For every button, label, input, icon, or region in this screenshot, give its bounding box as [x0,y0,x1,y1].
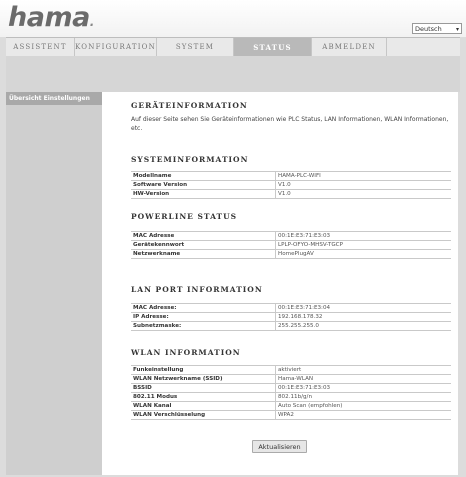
table-row: 802.11 Modus 802.11b/g/n [131,392,451,402]
row-key: Netzwerkname [131,249,276,259]
lan-port-title: LAN PORT INFORMATION [131,285,263,294]
row-value: Auto Scan (empfohlen) [275,401,451,411]
row-value: HomePlugAV [275,249,451,259]
device-info-title: GERÄTEINFORMATION [131,101,248,110]
row-key: BSSID [131,383,276,393]
hama-logo: hama. [8,2,94,33]
table-row: Funkeinstellung aktiviert [131,365,451,375]
row-value: 00:1E:E3:71:E3:03 [275,383,451,393]
table-row: Netzwerkname HomePlugAV [131,249,451,259]
row-key: Software Version [131,180,276,190]
row-value: WPA2 [275,410,451,420]
refresh-button[interactable]: Aktualisieren [252,440,307,453]
row-key: Funkeinstellung [131,365,276,375]
row-value: LPLP-OFYO-MHSV-TGCP [275,240,451,250]
wlan-info-title: WLAN INFORMATION [131,348,241,357]
tab-abmelden[interactable]: ABMELDEN [312,38,387,57]
main-nav: ASSISTENT KONFIGURATION SYSTEM STATUS AB… [6,37,460,58]
row-key: Modellname [131,171,276,181]
wlan-info-table: Funkeinstellung aktiviert WLAN Netzwerkna… [131,365,451,420]
row-key: MAC Adresse [131,231,276,241]
lan-port-table: MAC Adresse: 00:1E:E3:71:E3:04 IP Adresse… [131,303,451,331]
row-value: 255.255.255.0 [275,321,451,331]
header-band [6,56,460,92]
row-value: aktiviert [275,365,451,375]
table-row: WLAN Verschlüsselung WPA2 [131,410,451,420]
powerline-status-table: MAC Adresse 00:1E:E3:71:E3:03 Gerätekennw… [131,231,451,259]
table-row: HW-Version V1.0 [131,189,451,199]
row-key: WLAN Kanal [131,401,276,411]
row-key: Subnetzmaske: [131,321,276,331]
row-key: IP Adresse: [131,312,276,322]
table-row: MAC Adresse 00:1E:E3:71:E3:03 [131,231,451,241]
tab-status[interactable]: STATUS [234,38,312,57]
row-key: HW-Version [131,189,276,199]
device-info-description: Auf dieser Seite sehen Sie Geräteinforma… [131,116,449,132]
row-value: Hama-WLAN [275,374,451,384]
tab-assistent[interactable]: ASSISTENT [6,38,75,57]
row-value: V1.0 [275,180,451,190]
language-select-value: Deutsch [415,25,442,33]
sidebar-item-overview-settings[interactable]: Übersicht Einstellungen [6,92,102,105]
table-row: WLAN Netzwerkname (SSID) Hama-WLAN [131,374,451,384]
row-value: V1.0 [275,189,451,199]
row-key: 802.11 Modus [131,392,276,402]
top-header: hama. Deutsch ▾ [0,0,466,37]
sidebar: Übersicht Einstellungen [6,92,102,475]
tab-system[interactable]: SYSTEM [157,38,234,57]
row-value: 00:1E:E3:71:E3:04 [275,303,451,313]
table-row: BSSID 00:1E:E3:71:E3:03 [131,383,451,393]
system-info-title: SYSTEMINFORMATION [131,155,249,164]
row-key: WLAN Netzwerkname (SSID) [131,374,276,384]
table-row: Gerätekennwort LPLP-OFYO-MHSV-TGCP [131,240,451,250]
table-row: Modellname HAMA-PLC-WIFI [131,171,451,181]
system-info-table: Modellname HAMA-PLC-WIFI Software Version… [131,171,451,199]
chevron-down-icon: ▾ [455,26,459,33]
language-select[interactable]: Deutsch ▾ [412,23,462,34]
table-row: MAC Adresse: 00:1E:E3:71:E3:04 [131,303,451,313]
table-row: IP Adresse: 192.168.178.32 [131,312,451,322]
powerline-status-title: POWERLINE STATUS [131,212,238,221]
row-value: HAMA-PLC-WIFI [275,171,451,181]
row-key: Gerätekennwort [131,240,276,250]
table-row: Software Version V1.0 [131,180,451,190]
table-row: WLAN Kanal Auto Scan (empfohlen) [131,401,451,411]
row-key: WLAN Verschlüsselung [131,410,276,420]
row-key: MAC Adresse: [131,303,276,313]
tab-konfiguration[interactable]: KONFIGURATION [75,38,157,57]
status-content: GERÄTEINFORMATION Auf dieser Seite sehen… [102,92,458,475]
row-value: 802.11b/g/n [275,392,451,402]
row-value: 00:1E:E3:71:E3:03 [275,231,451,241]
row-value: 192.168.178.32 [275,312,451,322]
table-row: Subnetzmaske: 255.255.255.0 [131,321,451,331]
